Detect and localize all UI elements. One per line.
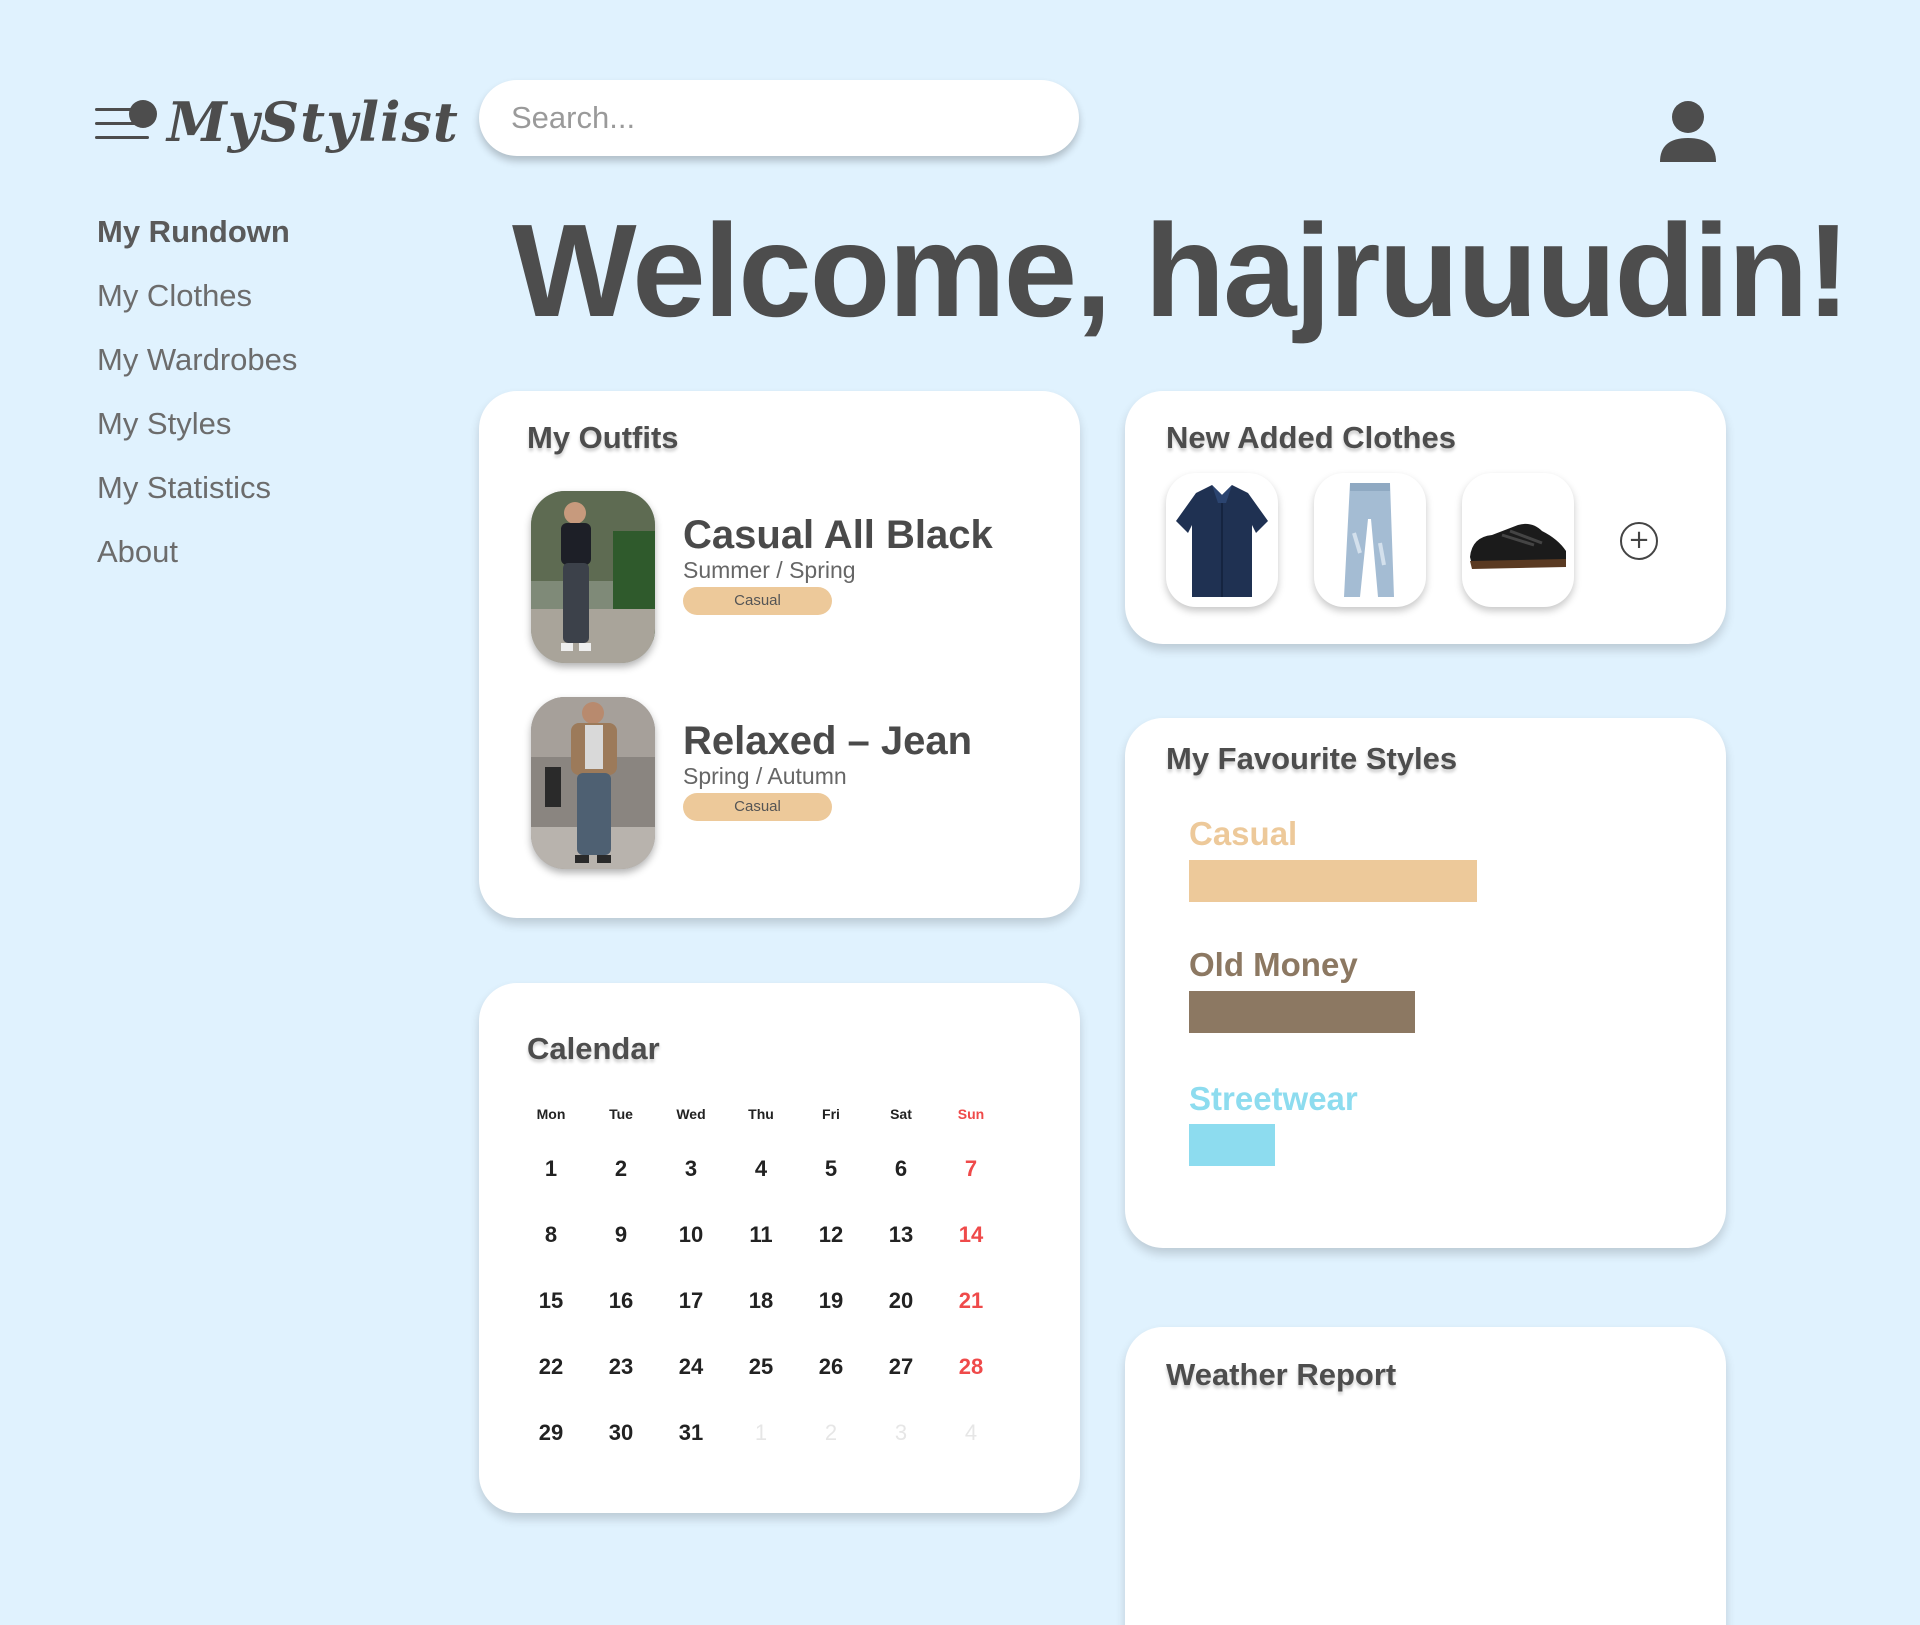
calendar-day[interactable]: 18 [726, 1268, 796, 1334]
calendar-day[interactable]: 13 [866, 1202, 936, 1268]
calendar-day[interactable]: 29 [516, 1400, 586, 1466]
calendar-day[interactable]: 16 [586, 1268, 656, 1334]
add-clothes-button[interactable]: + [1620, 522, 1658, 560]
outfit-season: Summer / Spring [683, 557, 856, 583]
calendar-day-next-month[interactable]: 1 [726, 1400, 796, 1466]
outfits-card: My Outfits Casual All Black Summer / Spr… [479, 391, 1080, 918]
search-input[interactable] [479, 80, 1079, 156]
calendar-weekday-row: Mon Tue Wed Thu Fri Sat Sun [516, 1101, 1006, 1127]
calendar-day[interactable]: 9 [586, 1202, 656, 1268]
app-logo[interactable]: MyStylist [95, 82, 459, 162]
sidebar-item-about[interactable]: About [97, 520, 427, 584]
style-bar-casual [1189, 860, 1477, 902]
calendar-day[interactable]: 14 [936, 1202, 1006, 1268]
weekday-label: Tue [609, 1106, 633, 1122]
calendar-day-next-month[interactable]: 3 [866, 1400, 936, 1466]
sidebar-item-my-clothes[interactable]: My Clothes [97, 264, 427, 328]
calendar-week-row: 15 16 17 18 19 20 21 [516, 1268, 1006, 1334]
calendar-day[interactable]: 11 [726, 1202, 796, 1268]
calendar-day[interactable]: 27 [866, 1334, 936, 1400]
calendar-day[interactable]: 23 [586, 1334, 656, 1400]
calendar-title: Calendar [527, 1031, 660, 1066]
calendar-day[interactable]: 28 [936, 1334, 1006, 1400]
favourite-styles-card: My Favourite Styles Casual Old Money Str… [1125, 718, 1726, 1248]
calendar-week-row: 1234567 [516, 1136, 1006, 1202]
sneaker-icon[interactable] [1462, 473, 1574, 607]
menu-icon[interactable] [95, 94, 157, 150]
calendar-day[interactable]: 22 [516, 1334, 586, 1400]
style-bar-old-money [1189, 991, 1415, 1033]
weekday-label: Sat [890, 1106, 912, 1122]
outfit-item[interactable]: Relaxed – Jean Spring / Autumn Casual [531, 697, 1051, 869]
calendar-day[interactable]: 30 [586, 1400, 656, 1466]
calendar-week-row: 29 30 31 1 2 3 4 [516, 1400, 1006, 1466]
outfit-name: Casual All Black [683, 513, 993, 557]
style-label-casual: Casual [1189, 815, 1298, 852]
calendar-day[interactable]: 4 [726, 1136, 796, 1202]
user-avatar-icon[interactable] [1658, 100, 1718, 162]
calendar-day[interactable]: 6 [866, 1136, 936, 1202]
calendar-day[interactable]: 12 [796, 1202, 866, 1268]
outfit-photo [531, 697, 655, 869]
outfit-item[interactable]: Casual All Black Summer / Spring Casual [531, 491, 1051, 663]
calendar-day[interactable]: 24 [656, 1334, 726, 1400]
calendar-day[interactable]: 7 [936, 1136, 1006, 1202]
jeans-icon[interactable] [1314, 473, 1426, 607]
outfits-title: My Outfits [527, 420, 679, 455]
search-bar[interactable] [479, 80, 1079, 156]
sidebar-item-my-rundown[interactable]: My Rundown [97, 200, 427, 264]
weekday-label: Wed [676, 1106, 706, 1122]
calendar-day-next-month[interactable]: 2 [796, 1400, 866, 1466]
calendar-day[interactable]: 10 [656, 1202, 726, 1268]
calendar-day[interactable]: 5 [796, 1136, 866, 1202]
calendar-day[interactable]: 8 [516, 1202, 586, 1268]
sidebar-nav: My Rundown My Clothes My Wardrobes My St… [97, 200, 427, 584]
calendar-card: Calendar Mon Tue Wed Thu Fri Sat Sun 123… [479, 983, 1080, 1513]
favourite-styles-title: My Favourite Styles [1166, 741, 1458, 776]
outfit-season: Spring / Autumn [683, 763, 847, 789]
weekday-label: Thu [748, 1106, 774, 1122]
new-clothes-title: New Added Clothes [1166, 420, 1456, 455]
outfit-style-badge: Casual [683, 793, 832, 821]
app-name: MyStylist [167, 90, 459, 154]
calendar-day-next-month[interactable]: 4 [936, 1400, 1006, 1466]
sidebar-item-my-styles[interactable]: My Styles [97, 392, 427, 456]
calendar-day[interactable]: 26 [796, 1334, 866, 1400]
calendar-week-row: 22 23 24 25 26 27 28 [516, 1334, 1006, 1400]
weather-title: Weather Report [1166, 1357, 1397, 1392]
calendar-day[interactable]: 3 [656, 1136, 726, 1202]
sidebar-item-my-wardrobes[interactable]: My Wardrobes [97, 328, 427, 392]
navy-shirt-icon[interactable] [1166, 473, 1278, 607]
plus-circle-icon: + [1628, 525, 1650, 555]
outfit-name: Relaxed – Jean [683, 719, 973, 763]
calendar-day[interactable]: 15 [516, 1268, 586, 1334]
outfit-photo [531, 491, 655, 663]
weather-card: Weather Report [1125, 1327, 1726, 1625]
calendar-day[interactable]: 17 [656, 1268, 726, 1334]
style-bar-streetwear [1189, 1124, 1275, 1166]
weekday-label: Mon [536, 1106, 566, 1122]
style-label-old-money: Old Money [1189, 946, 1358, 983]
sidebar-item-my-statistics[interactable]: My Statistics [97, 456, 427, 520]
style-label-streetwear: Streetwear [1189, 1080, 1358, 1117]
weekday-label: Fri [822, 1106, 840, 1122]
calendar-day[interactable]: 1 [516, 1136, 586, 1202]
calendar-day[interactable]: 2 [586, 1136, 656, 1202]
calendar-day[interactable]: 20 [866, 1268, 936, 1334]
calendar-grid: Mon Tue Wed Thu Fri Sat Sun 1 2 3 4 5 6 7 8 9 10 1… [516, 1101, 1006, 1466]
calendar-day[interactable]: 25 [726, 1334, 796, 1400]
calendar-week-row: 8 9 10 11 12 13 14 [516, 1202, 1006, 1268]
calendar-day[interactable]: 31 [656, 1400, 726, 1466]
outfit-style-badge: Casual [683, 587, 832, 615]
calendar-day[interactable]: 21 [936, 1268, 1006, 1334]
new-clothes-card: New Added Clothes + [1125, 391, 1726, 644]
calendar-day[interactable]: 19 [796, 1268, 866, 1334]
weekday-label: Sun [957, 1106, 985, 1122]
page-title: Welcome, hajruuudin! [512, 197, 1850, 344]
